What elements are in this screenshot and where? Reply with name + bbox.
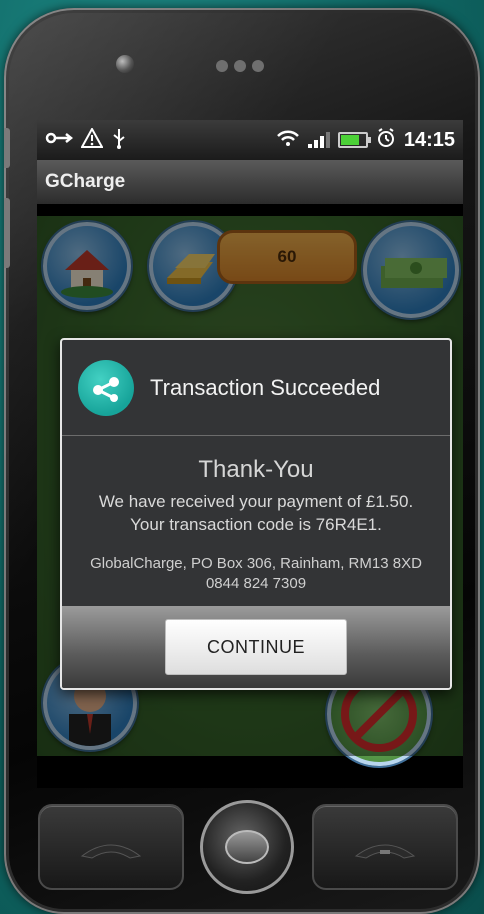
phone-answer-icon <box>80 844 142 859</box>
thank-you-heading: Thank-You <box>198 456 314 483</box>
battery-icon <box>337 132 371 148</box>
phone-screen: 14:15 GCharge 60 Transaction Succeeded T… <box>37 120 463 788</box>
phone-number: 0844 824 7309 <box>205 575 307 592</box>
end-call-button[interactable] <box>312 804 458 890</box>
payment-message: We have received your payment of £1.50. … <box>62 490 450 536</box>
status-bar: 14:15 <box>37 120 463 160</box>
phone-frame: 14:15 GCharge 60 Transaction Succeeded T… <box>4 8 480 914</box>
dialog-body: Thank-You We have received your payment … <box>62 436 450 594</box>
camera <box>116 55 134 73</box>
warning-icon <box>80 126 104 152</box>
volume-button <box>4 198 10 268</box>
usb-link-icon <box>45 130 74 150</box>
dialog-header: Transaction Succeeded <box>62 340 450 436</box>
dialog-title: Transaction Succeeded <box>150 374 381 400</box>
status-time: 14:15 <box>403 128 455 151</box>
globalcharge-logo-icon <box>78 359 134 416</box>
home-button[interactable] <box>200 800 294 894</box>
company-address: GlobalCharge, PO Box 306, Rainham, RM13 … <box>62 554 450 594</box>
app-title: GCharge <box>45 171 126 192</box>
wifi-icon <box>276 129 300 151</box>
dialog-footer: CONTINUE <box>62 606 450 688</box>
address-line: GlobalCharge, PO Box 306, Rainham, RM13 … <box>90 555 422 572</box>
side-button <box>4 128 10 168</box>
transaction-dialog: Transaction Succeeded Thank-You We have … <box>60 338 452 690</box>
usb-icon <box>111 127 127 153</box>
status-left-icons <box>45 126 127 153</box>
continue-button[interactable]: CONTINUE <box>165 619 347 675</box>
app-title-bar: GCharge <box>37 160 463 204</box>
signal-icon <box>307 132 330 148</box>
home-icon <box>225 830 269 864</box>
alarm-icon <box>376 128 396 152</box>
phone-hangup-icon <box>354 844 416 859</box>
status-right-icons: 14:15 <box>276 128 455 152</box>
call-button[interactable] <box>38 804 184 890</box>
speaker-grille <box>216 60 264 72</box>
payment-line: We have received your payment of £1.50. <box>98 492 414 511</box>
transaction-code-line: Your transaction code is 76R4E1. <box>130 515 382 534</box>
